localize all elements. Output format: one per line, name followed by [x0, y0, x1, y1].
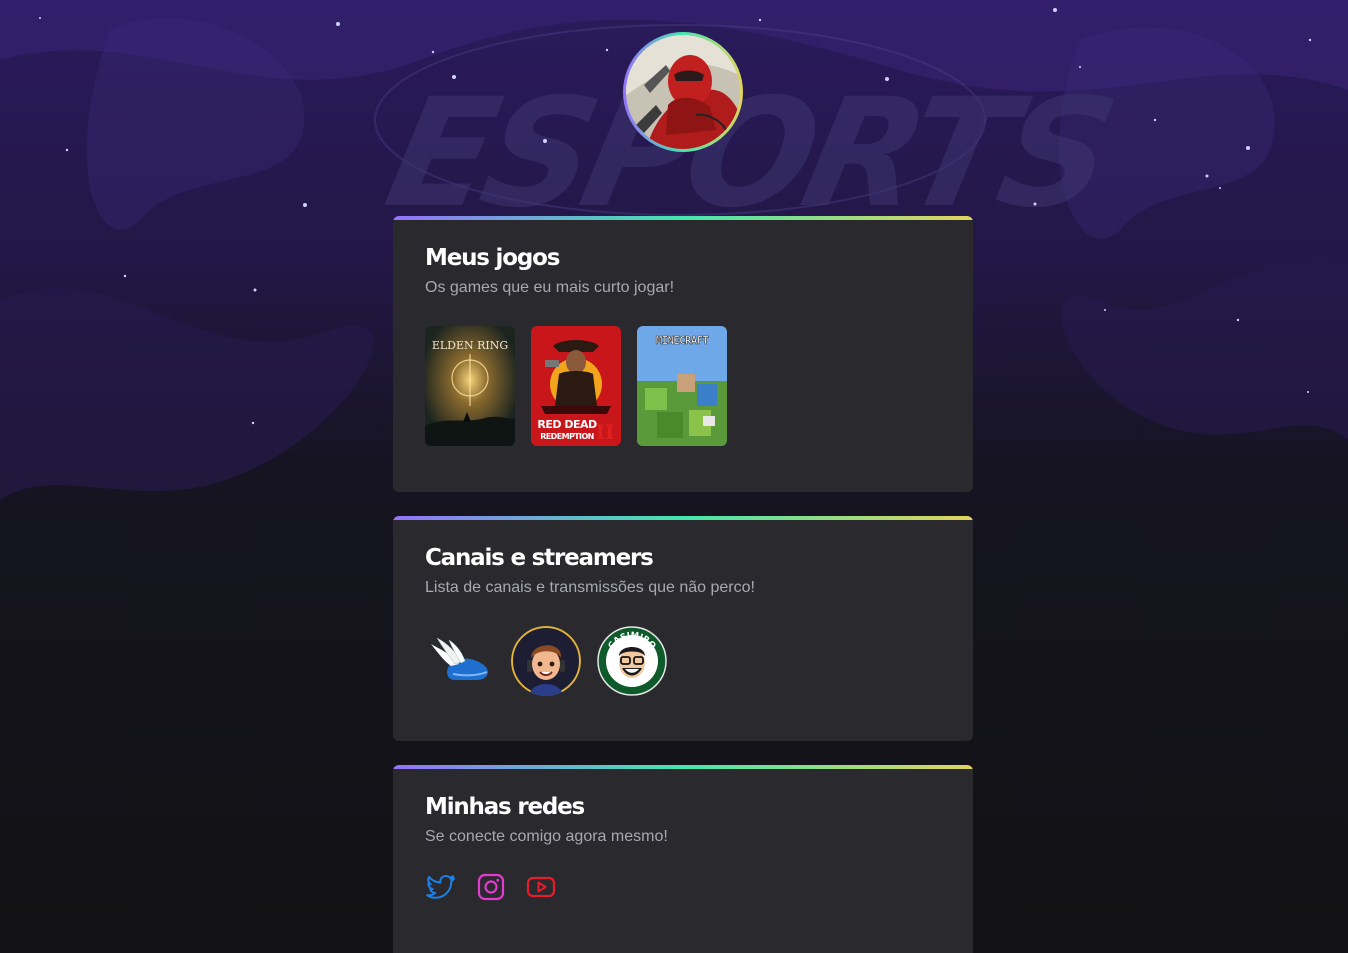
elden-ring-title: ELDEN RING [432, 339, 508, 352]
games-card: Meus jogos Os games que eu mais curto jo… [393, 216, 973, 492]
social-links [425, 871, 941, 903]
channels-section-subtitle: Lista de canais e transmissões que não p… [425, 579, 755, 596]
games-list: ELDEN RING RED DEAD REDEMPTION II MINECR… [425, 326, 941, 446]
twitter-link[interactable] [425, 871, 457, 903]
social-card: Minhas redes Se conecte comigo agora mes… [393, 765, 973, 953]
streamer-avatar [511, 626, 581, 696]
channel-casimiro[interactable]: CASIMIRO CASIMIRO [597, 626, 667, 696]
youtube-icon [526, 876, 556, 898]
games-section-subtitle: Os games que eu mais curto jogar! [425, 279, 675, 296]
channels-section-title: Canais e streamers [425, 545, 654, 571]
minecraft-title: MINECRAFT [656, 334, 710, 347]
rdr-title-line2: REDEMPTION [540, 432, 594, 441]
social-section-title: Minhas redes [425, 794, 585, 820]
casimiro-logo: CASIMIRO CASIMIRO [597, 626, 667, 696]
game-cover-red-dead-redemption[interactable]: RED DEAD REDEMPTION II [531, 326, 621, 446]
page: Meus jogos Os games que eu mais curto jo… [0, 0, 1348, 953]
profile-avatar [623, 32, 743, 152]
channels-list: CASIMIRO CASIMIRO [425, 626, 941, 696]
instagram-link[interactable] [475, 871, 507, 903]
social-section-subtitle: Se conecte comigo agora mesmo! [425, 828, 668, 845]
game-cover-elden-ring[interactable]: ELDEN RING [425, 326, 515, 446]
game-cover-minecraft[interactable]: MINECRAFT [637, 326, 727, 446]
games-section-title: Meus jogos [425, 245, 560, 271]
rdr-numeral: II [596, 420, 615, 444]
rdr-title-line1: RED DEAD [537, 418, 597, 431]
channels-card: Canais e streamers Lista de canais e tra… [393, 516, 973, 741]
youtube-link[interactable] [525, 871, 557, 903]
twitter-icon [426, 875, 455, 899]
instagram-icon [477, 873, 505, 901]
channel-streamer[interactable] [511, 626, 581, 696]
winged-shoe-logo [425, 626, 495, 696]
avatar-image [626, 35, 740, 149]
channel-winged-shoe[interactable] [425, 626, 495, 696]
